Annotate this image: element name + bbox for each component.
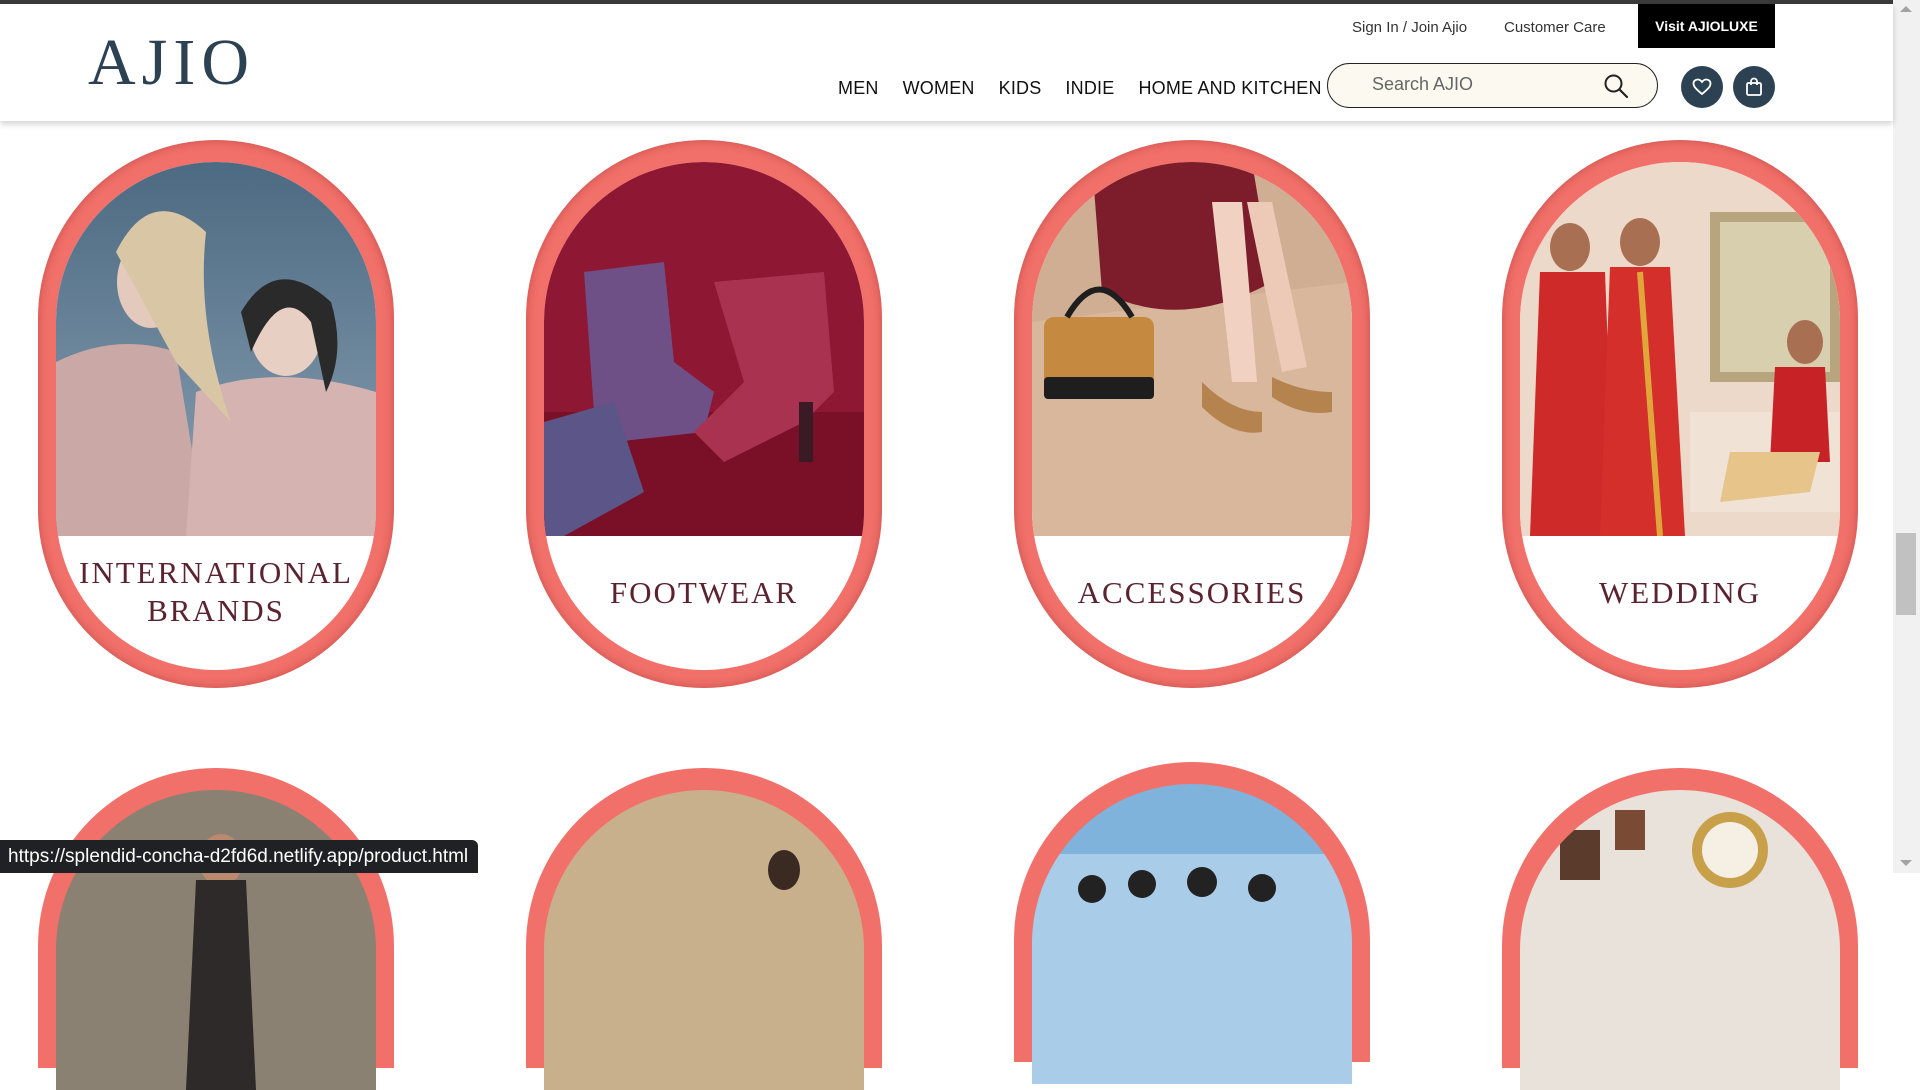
category-international-brands[interactable]: INTERNATIONAL BRANDS	[38, 140, 394, 688]
category-label: ACCESSORIES	[1077, 575, 1307, 610]
nav-kids[interactable]: KIDS	[999, 78, 1042, 99]
scrollbar-thumb[interactable]	[1896, 533, 1916, 615]
category-label-line1: INTERNATIONAL	[79, 555, 353, 590]
ajio-logo[interactable]: AJIO	[88, 30, 255, 96]
scroll-down-arrow-icon[interactable]	[1900, 860, 1912, 866]
wishlist-button[interactable]	[1681, 66, 1723, 108]
category-wedding[interactable]: WEDDING	[1502, 140, 1858, 688]
vertical-scrollbar[interactable]	[1893, 0, 1920, 873]
nav-men[interactable]: MEN	[838, 78, 879, 99]
category-photo	[1032, 784, 1352, 1084]
footwear-photo	[544, 162, 864, 536]
category-card	[56, 790, 376, 1090]
category-accessories[interactable]: ACCESSORIES	[1014, 140, 1370, 688]
category-card: INTERNATIONAL BRANDS	[56, 162, 376, 670]
heart-icon	[1692, 78, 1712, 96]
category-label: WEDDING	[1598, 575, 1762, 610]
category-photo	[56, 790, 376, 1090]
category-card	[1032, 784, 1352, 1084]
category-card: WEDDING	[1520, 162, 1840, 670]
category-card	[544, 790, 864, 1090]
international-brands-photo	[56, 162, 376, 536]
nav-indie[interactable]: INDIE	[1065, 78, 1114, 99]
category-label: FOOTWEAR	[609, 575, 799, 610]
category-label: INTERNATIONAL BRANDS	[56, 554, 376, 630]
category-card	[1520, 790, 1840, 1090]
search-icon[interactable]	[1603, 73, 1629, 99]
main-nav: MEN WOMEN KIDS INDIE HOME AND KITCHEN	[838, 78, 1346, 99]
category-card: ACCESSORIES	[1032, 162, 1352, 670]
shopping-bag-icon	[1746, 77, 1762, 96]
customer-care-link[interactable]: Customer Care	[1504, 19, 1606, 36]
visit-ajioluxe-button[interactable]: Visit AJIOLUXE	[1638, 4, 1775, 48]
site-header: AJIO Sign In / Join Ajio Customer Care V…	[0, 4, 1893, 121]
category-photo	[1520, 790, 1840, 1090]
category-tile-row2-2[interactable]	[526, 768, 882, 1090]
search-input[interactable]	[1372, 74, 1592, 95]
category-footwear[interactable]: FOOTWEAR	[526, 140, 882, 688]
link-status-bar: https://splendid-concha-d2fd6d.netlify.a…	[0, 840, 479, 873]
wedding-photo	[1520, 162, 1840, 536]
category-tile-row2-1[interactable]	[38, 768, 394, 1090]
category-photo	[544, 790, 864, 1090]
category-card: FOOTWEAR	[544, 162, 864, 670]
accessories-photo	[1032, 162, 1352, 536]
category-tile-row2-3[interactable]	[1014, 762, 1370, 1084]
bag-button[interactable]	[1733, 66, 1775, 108]
nav-home-and-kitchen[interactable]: HOME AND KITCHEN	[1138, 78, 1321, 99]
scroll-up-arrow-icon[interactable]	[1900, 6, 1912, 12]
nav-women[interactable]: WOMEN	[903, 78, 975, 99]
sign-in-link[interactable]: Sign In / Join Ajio	[1352, 19, 1467, 36]
category-tile-row2-4[interactable]	[1502, 768, 1858, 1090]
search-box	[1327, 63, 1658, 108]
category-label-line2: BRANDS	[147, 593, 285, 628]
